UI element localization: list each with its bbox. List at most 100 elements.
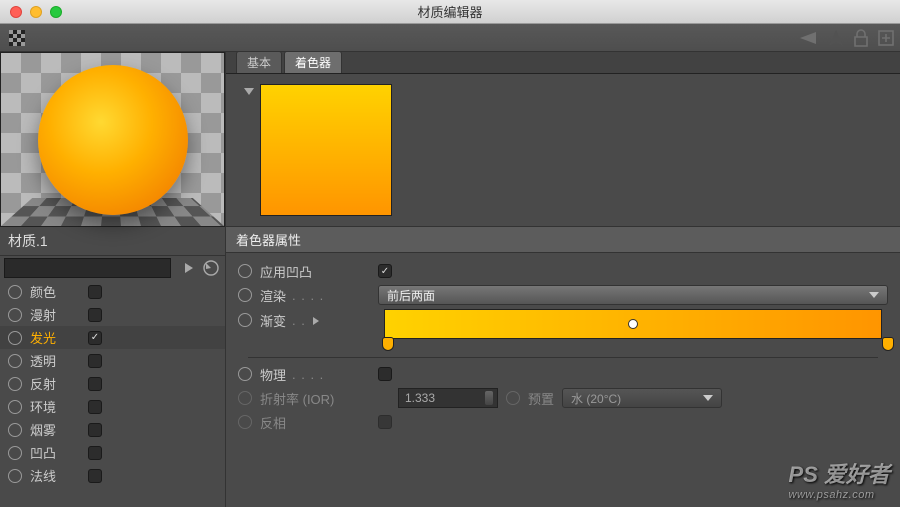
shader-swatch[interactable] bbox=[260, 84, 392, 216]
back-arrow-icon[interactable] bbox=[798, 30, 818, 46]
tab-shader[interactable]: 着色器 bbox=[284, 51, 342, 73]
channel-label: 凹凸 bbox=[30, 443, 80, 462]
channel-checkbox[interactable] bbox=[88, 469, 102, 483]
channel-label: 反射 bbox=[30, 374, 80, 393]
label-preset: 预置 bbox=[528, 389, 554, 408]
channel-bump[interactable]: 凹凸 bbox=[0, 441, 225, 464]
channel-label: 漫射 bbox=[30, 305, 80, 324]
option-marker-icon[interactable] bbox=[238, 288, 252, 302]
gradient-knob[interactable] bbox=[628, 319, 638, 329]
shader-preview-area bbox=[226, 74, 900, 226]
checkbox-apply-bump[interactable] bbox=[378, 264, 392, 278]
label-render: 渲染 bbox=[260, 286, 286, 305]
picker-icon[interactable] bbox=[201, 258, 221, 278]
radio-icon[interactable] bbox=[8, 354, 22, 368]
up-arrow-icon[interactable] bbox=[828, 29, 844, 47]
channel-label: 环境 bbox=[30, 397, 80, 416]
dropdown-preset[interactable]: 水 (20°C) bbox=[562, 388, 722, 408]
channel-checkbox[interactable] bbox=[88, 400, 102, 414]
channel-normal[interactable]: 法线 bbox=[0, 464, 225, 487]
material-name-label: 材质.1 bbox=[0, 227, 225, 256]
channel-checkbox[interactable] bbox=[88, 446, 102, 460]
channel-checkbox[interactable] bbox=[88, 308, 102, 322]
row-apply-bump: 应用凹凸 bbox=[238, 259, 888, 283]
radio-icon[interactable] bbox=[8, 400, 22, 414]
option-marker-icon bbox=[238, 391, 252, 405]
option-marker-icon[interactable] bbox=[238, 367, 252, 381]
tab-basic[interactable]: 基本 bbox=[236, 51, 282, 73]
row-render: 渲染. . . . 前后两面 bbox=[238, 283, 888, 307]
row-gradient: 渐变. . bbox=[238, 307, 888, 353]
label-ior: 折射率 (IOR) bbox=[260, 389, 334, 408]
channel-label: 发光 bbox=[30, 328, 80, 347]
zoom-icon[interactable] bbox=[50, 6, 62, 18]
channel-label: 颜色 bbox=[30, 282, 80, 301]
close-icon[interactable] bbox=[10, 6, 22, 18]
label-apply-bump: 应用凹凸 bbox=[260, 262, 312, 281]
chevron-right-icon[interactable] bbox=[312, 316, 320, 326]
channel-fog[interactable]: 烟雾 bbox=[0, 418, 225, 441]
right-panel: 基本 着色器 着色器属性 应用凹凸 渲染. . . . 前后两面 渐变. . bbox=[225, 52, 900, 507]
channel-list: 颜色漫射发光透明反射环境烟雾凹凸法线 bbox=[0, 280, 225, 507]
channel-env[interactable]: 环境 bbox=[0, 395, 225, 418]
gradient-stop-left[interactable] bbox=[382, 337, 394, 351]
titlebar: 材质编辑器 bbox=[0, 0, 900, 24]
option-marker-icon[interactable] bbox=[238, 264, 252, 278]
gradient-bar[interactable] bbox=[384, 309, 882, 339]
channel-checkbox[interactable] bbox=[88, 331, 102, 345]
row-physics: 物理. . . . bbox=[238, 362, 888, 386]
watermark: PS 爱好者 www.psahz.com bbox=[789, 457, 890, 501]
checkbox-physics[interactable] bbox=[378, 367, 392, 381]
channel-color[interactable]: 颜色 bbox=[0, 280, 225, 303]
gradient-editor[interactable] bbox=[378, 309, 888, 349]
channel-label: 烟雾 bbox=[30, 420, 80, 439]
label-physics: 物理 bbox=[260, 365, 286, 384]
channel-transp[interactable]: 透明 bbox=[0, 349, 225, 372]
option-marker-icon bbox=[506, 391, 520, 405]
dropdown-render[interactable]: 前后两面 bbox=[378, 285, 888, 305]
radio-icon[interactable] bbox=[8, 377, 22, 391]
label-invert: 反相 bbox=[260, 413, 286, 432]
radio-icon[interactable] bbox=[8, 469, 22, 483]
label-gradient: 渐变 bbox=[260, 311, 286, 330]
radio-icon[interactable] bbox=[8, 423, 22, 437]
material-preview[interactable] bbox=[0, 52, 225, 227]
channel-label: 透明 bbox=[30, 351, 80, 370]
checker-icon[interactable] bbox=[6, 27, 28, 49]
channel-luminance[interactable]: 发光 bbox=[0, 326, 225, 349]
shader-properties: 应用凹凸 渲染. . . . 前后两面 渐变. . bbox=[226, 253, 900, 440]
input-ior[interactable]: 1.333 bbox=[398, 388, 498, 408]
row-ior: 折射率 (IOR) 1.333 预置 水 (20°C) bbox=[238, 386, 888, 410]
lock-icon[interactable] bbox=[854, 29, 868, 47]
checkbox-invert bbox=[378, 415, 392, 429]
radio-icon[interactable] bbox=[8, 308, 22, 322]
row-invert: 反相 bbox=[238, 410, 888, 434]
channel-label: 法线 bbox=[30, 466, 80, 485]
channel-reflect[interactable]: 反射 bbox=[0, 372, 225, 395]
option-marker-icon[interactable] bbox=[238, 313, 252, 327]
channel-checkbox[interactable] bbox=[88, 354, 102, 368]
nav-next-icon[interactable] bbox=[179, 258, 199, 278]
option-marker-icon bbox=[238, 415, 252, 429]
gradient-stop-right[interactable] bbox=[882, 337, 894, 351]
channel-checkbox[interactable] bbox=[88, 377, 102, 391]
radio-icon[interactable] bbox=[8, 285, 22, 299]
minimize-icon[interactable] bbox=[30, 6, 42, 18]
channel-checkbox[interactable] bbox=[88, 285, 102, 299]
name-row bbox=[0, 256, 225, 280]
separator bbox=[248, 357, 878, 358]
section-shader-properties: 着色器属性 bbox=[226, 226, 900, 253]
toolbar bbox=[0, 24, 900, 52]
radio-icon[interactable] bbox=[8, 331, 22, 345]
new-icon[interactable] bbox=[878, 30, 894, 46]
tabs: 基本 着色器 bbox=[226, 52, 900, 74]
channel-diffuse[interactable]: 漫射 bbox=[0, 303, 225, 326]
radio-icon[interactable] bbox=[8, 446, 22, 460]
material-name-input[interactable] bbox=[4, 258, 171, 278]
main-split: 材质.1 颜色漫射发光透明反射环境烟雾凹凸法线 基本 着色器 着色器属性 应用凹… bbox=[0, 52, 900, 507]
window-controls bbox=[10, 6, 62, 18]
left-panel: 材质.1 颜色漫射发光透明反射环境烟雾凹凸法线 bbox=[0, 52, 225, 507]
preview-sphere bbox=[38, 65, 188, 215]
channel-checkbox[interactable] bbox=[88, 423, 102, 437]
expand-triangle-icon[interactable] bbox=[244, 88, 254, 95]
